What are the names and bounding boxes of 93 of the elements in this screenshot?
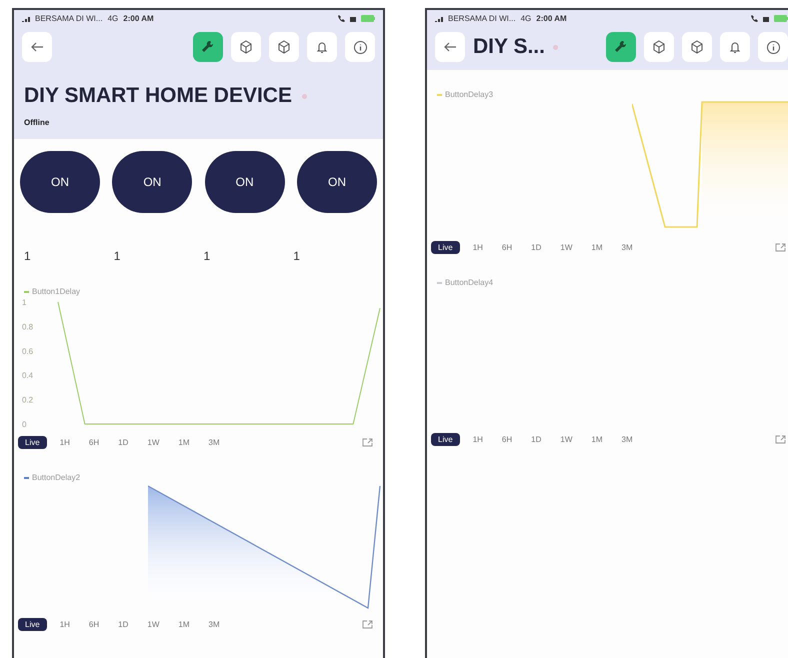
carrier-text: BERSAMA DI WI... bbox=[448, 14, 516, 22]
range-tab[interactable]: Live bbox=[18, 618, 47, 631]
axis-tick-label: 0.6 bbox=[22, 346, 34, 356]
carrier-text: BERSAMA DI WI... bbox=[35, 14, 103, 22]
lock-icon bbox=[350, 14, 356, 22]
cube-icon bbox=[239, 40, 253, 54]
value-text: 1 bbox=[204, 249, 212, 263]
range-tab[interactable]: 6H bbox=[496, 241, 518, 254]
range-tab[interactable]: 1H bbox=[54, 436, 76, 449]
range-tab[interactable]: 1W bbox=[554, 433, 578, 446]
phone-icon bbox=[751, 14, 758, 22]
on-button[interactable]: ON bbox=[112, 151, 192, 213]
toolbar-button[interactable] bbox=[193, 32, 223, 62]
legend-label: ButtonDelay4 bbox=[445, 278, 494, 287]
range-tab[interactable]: 1W bbox=[141, 436, 166, 449]
battery-icon bbox=[774, 14, 788, 22]
range-tab[interactable]: 1D bbox=[112, 436, 134, 449]
value-text: 1 bbox=[114, 249, 122, 263]
range-tab[interactable]: 1D bbox=[112, 618, 134, 631]
back-button[interactable] bbox=[435, 32, 465, 62]
device-title: DIY S... bbox=[473, 35, 545, 59]
signal-icon bbox=[435, 14, 443, 22]
clock-text: 2:00 AM bbox=[536, 14, 567, 22]
range-tab[interactable]: 1H bbox=[54, 618, 76, 631]
range-tab[interactable]: 1W bbox=[554, 241, 578, 254]
axis-tick-label: 0.4 bbox=[22, 371, 34, 380]
axis-tick-label: 0.8 bbox=[22, 322, 34, 332]
range-tab[interactable]: 3M bbox=[616, 241, 639, 254]
expand-icon[interactable] bbox=[362, 620, 373, 629]
network-text: 4G bbox=[520, 14, 532, 22]
range-tab[interactable]: 1H bbox=[466, 433, 489, 446]
dot-icon bbox=[302, 94, 307, 98]
cube-icon bbox=[277, 40, 291, 54]
legend-label: ButtonDelay2 bbox=[32, 473, 80, 482]
range-tab[interactable]: Live bbox=[431, 241, 460, 254]
range-tab[interactable]: 1M bbox=[172, 436, 196, 449]
axis-tick-label: 0.2 bbox=[22, 396, 34, 405]
lock-icon bbox=[763, 14, 769, 22]
range-tab[interactable]: 6H bbox=[496, 433, 518, 446]
toolbar-button[interactable] bbox=[644, 32, 674, 62]
toolbar-button[interactable] bbox=[307, 32, 337, 62]
expand-icon[interactable] bbox=[775, 435, 786, 444]
toolbar-button[interactable] bbox=[606, 32, 636, 62]
wrench-icon bbox=[614, 40, 628, 54]
info-icon bbox=[766, 40, 780, 54]
axis-tick-label: 0 bbox=[22, 420, 26, 429]
info-icon bbox=[352, 40, 368, 54]
legend-label: Button1Delay bbox=[32, 287, 80, 296]
cube-icon bbox=[690, 40, 704, 54]
phone-icon bbox=[338, 14, 345, 22]
bell-icon bbox=[728, 40, 742, 54]
toolbar-button[interactable] bbox=[720, 32, 750, 62]
range-tab[interactable]: Live bbox=[431, 433, 460, 446]
range-tab[interactable]: 1W bbox=[141, 618, 166, 631]
bell-icon bbox=[315, 40, 329, 54]
toolbar-button[interactable] bbox=[758, 32, 788, 62]
clock-text: 2:00 AM bbox=[123, 14, 154, 22]
device-title: DIY SMART HOME DEVICE bbox=[24, 84, 292, 108]
value-text: 1 bbox=[24, 249, 32, 263]
wrench-icon bbox=[201, 40, 215, 54]
expand-icon[interactable] bbox=[775, 243, 786, 252]
battery-icon bbox=[361, 14, 375, 22]
back-button[interactable] bbox=[22, 32, 52, 62]
range-tab[interactable]: 3M bbox=[202, 436, 226, 449]
range-tab[interactable]: 3M bbox=[616, 433, 639, 446]
back-arrow-icon bbox=[443, 42, 457, 52]
toolbar-button[interactable] bbox=[269, 32, 299, 62]
on-button[interactable]: ON bbox=[204, 151, 285, 213]
cube-icon bbox=[652, 40, 666, 54]
value-text: 1 bbox=[293, 249, 301, 263]
range-tab[interactable]: 1D bbox=[525, 433, 548, 446]
legend-label: ButtonDelay3 bbox=[445, 90, 494, 99]
device-status: Offline bbox=[23, 117, 50, 129]
back-arrow-icon bbox=[30, 42, 44, 52]
signal-icon bbox=[22, 14, 30, 22]
range-tab[interactable]: 1H bbox=[466, 241, 489, 254]
on-button[interactable]: ON bbox=[296, 151, 377, 213]
toolbar-button[interactable] bbox=[682, 32, 712, 62]
dot-icon bbox=[552, 44, 558, 50]
range-tab[interactable]: 1M bbox=[172, 618, 196, 631]
range-tab[interactable]: 6H bbox=[82, 618, 106, 631]
range-tab[interactable]: 3M bbox=[202, 618, 226, 631]
toolbar-button[interactable] bbox=[231, 32, 261, 62]
range-tab[interactable]: Live bbox=[18, 436, 47, 449]
range-tab[interactable]: 6H bbox=[82, 436, 106, 449]
range-tab[interactable]: 1M bbox=[585, 241, 609, 254]
expand-icon[interactable] bbox=[362, 438, 373, 447]
range-tab[interactable]: 1D bbox=[525, 241, 548, 254]
axis-tick-label: 1 bbox=[22, 298, 26, 307]
range-tab[interactable]: 1M bbox=[585, 433, 609, 446]
network-text: 4G bbox=[108, 14, 118, 22]
on-button[interactable]: ON bbox=[20, 151, 100, 213]
toolbar-button[interactable] bbox=[345, 32, 375, 62]
